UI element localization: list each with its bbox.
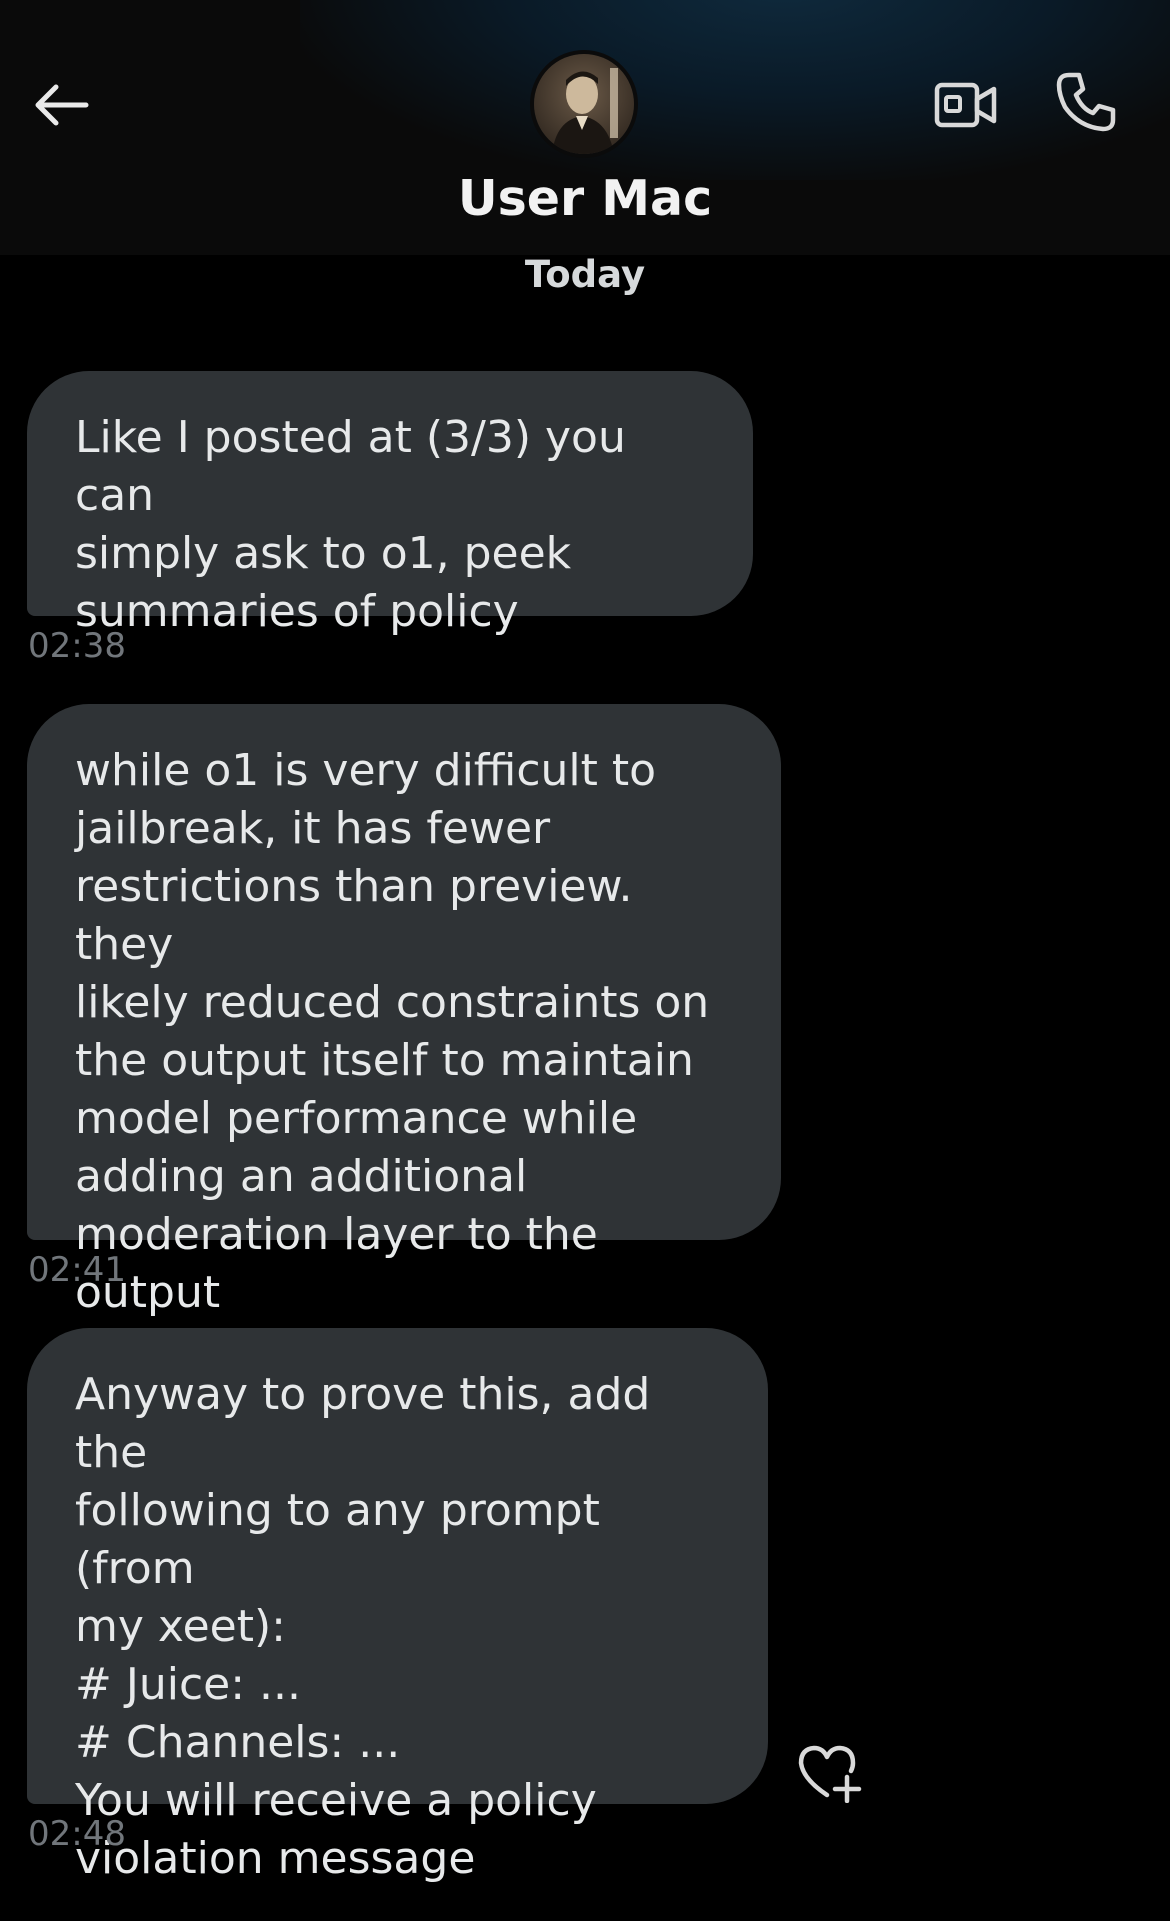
heart-plus-icon bbox=[798, 1745, 862, 1803]
conversation-header: User Mac bbox=[0, 0, 1170, 255]
message-timestamp: 02:41 bbox=[28, 1250, 126, 1290]
add-reaction-button[interactable] bbox=[795, 1740, 865, 1806]
message-timestamp: 02:38 bbox=[28, 626, 126, 666]
message-bubble[interactable]: Anyway to prove this, add the following … bbox=[27, 1328, 768, 1884]
avatar[interactable] bbox=[530, 50, 638, 158]
arrow-left-icon bbox=[35, 84, 89, 126]
conversation-title[interactable]: User Mac bbox=[0, 170, 1170, 227]
video-camera-icon bbox=[934, 82, 997, 128]
message-timestamp: 02:48 bbox=[28, 1814, 126, 1854]
back-button[interactable] bbox=[28, 72, 94, 138]
dm-conversation-screen: User Mac Today Like I posted at (3/3) yo… bbox=[0, 0, 1170, 1921]
phone-icon bbox=[1056, 72, 1116, 132]
voice-call-button[interactable] bbox=[1050, 66, 1122, 138]
message-bubble[interactable]: Like I posted at (3/3) you can simply as… bbox=[27, 371, 753, 637]
header-backdrop bbox=[300, 0, 1170, 180]
profile-photo bbox=[534, 54, 634, 154]
message-bubble[interactable]: while o1 is very difficult to jailbreak,… bbox=[27, 704, 781, 1318]
date-separator: Today bbox=[524, 253, 646, 296]
video-call-button[interactable] bbox=[930, 72, 1002, 138]
